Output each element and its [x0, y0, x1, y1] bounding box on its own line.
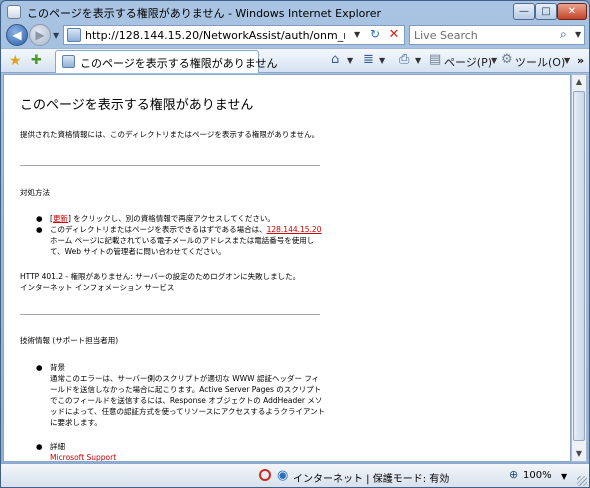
- list-item: ● 背景 通常このエラーは、サーバー側のスクリプトが適切な WWW 認証ヘッダー…: [36, 362, 326, 428]
- zoom-icon[interactable]: ⊕: [509, 468, 518, 481]
- search-input[interactable]: Live Search: [414, 29, 478, 42]
- favorites-star-icon[interactable]: ★: [9, 53, 22, 69]
- list-item: ● このディレクトリまたはページを表示できるはずである場合は、128.144.1…: [36, 224, 326, 257]
- page-menu-dropdown-icon[interactable]: ▼: [491, 56, 497, 65]
- status-bar: ◉ インターネット | 保護モード: 有効 ⊕ 100% ▼: [1, 463, 589, 487]
- scroll-up-arrow-icon[interactable]: ▲: [572, 75, 586, 89]
- tab-title: このページを表示する権限がありません: [80, 57, 278, 70]
- detail-title: 詳細: [50, 442, 65, 451]
- feeds-icon[interactable]: ≣: [363, 52, 374, 67]
- intro-text: 提供された資格情報には、このディレクトリまたはページを表示する権限がありません。: [20, 130, 320, 139]
- scrollbar-thumb[interactable]: [573, 91, 585, 441]
- microsoft-support-link[interactable]: Microsoft Support: [50, 453, 116, 461]
- remedy-suffix: ホーム ページに記載されている電子メールのアドレスまたは電話番号を使用して、We…: [50, 236, 315, 256]
- http-error-text: HTTP 401.2 - 権限がありません: サーバーの設定のためログオンに失敗…: [20, 272, 301, 281]
- tools-dropdown-icon[interactable]: ▼: [564, 56, 570, 65]
- page-heading: このページを表示する権限がありません: [20, 98, 254, 113]
- browser-window: このページを表示する権限がありません - Windows Internet Ex…: [0, 0, 590, 488]
- search-icon[interactable]: ⌕: [560, 27, 567, 42]
- address-input[interactable]: http://128.144.15.20/NetworkAssist/auth/…: [85, 29, 345, 42]
- tab-current[interactable]: このページを表示する権限がありません: [55, 50, 277, 73]
- remedy-heading: 対処方法: [20, 188, 50, 197]
- back-button[interactable]: ◀: [6, 24, 28, 46]
- bullet: ●: [36, 225, 43, 234]
- page-icon: [67, 28, 81, 42]
- divider: [20, 314, 320, 315]
- home-icon[interactable]: ⌂: [331, 52, 339, 67]
- home-page-link[interactable]: 128.144.15.20: [267, 225, 322, 234]
- page-menu[interactable]: ページ(P): [444, 54, 492, 70]
- title-bar: このページを表示する権限がありません - Windows Internet Ex…: [1, 1, 589, 23]
- security-zone-text[interactable]: インターネット | 保護モード: 有効: [293, 470, 449, 485]
- refresh-link[interactable]: 更新: [53, 214, 68, 223]
- tools-gear-icon[interactable]: ⚙: [501, 52, 513, 67]
- detail-block: ● 詳細 Microsoft Support: [36, 441, 236, 461]
- list-item: ● 詳細 Microsoft Support: [36, 441, 236, 461]
- feeds-dropdown-icon[interactable]: ▼: [379, 56, 385, 65]
- page-content: このページを表示する権限がありません 提供された資格情報には、このディレクトリま…: [3, 74, 571, 462]
- page-menu-icon[interactable]: ▤: [429, 52, 441, 67]
- vertical-scrollbar[interactable]: ▲ ▼: [571, 74, 587, 462]
- forward-button[interactable]: ▶: [29, 24, 51, 46]
- search-dropdown-icon[interactable]: ▼: [575, 30, 581, 39]
- remedy-list: ● [更新] をクリックし、別の資格情報で再度アクセスしてください。 ● このデ…: [36, 213, 326, 257]
- bullet: ●: [36, 214, 43, 223]
- command-bar: ★ ✚ このページを表示する権限がありません ⌂ ▼ ≣ ▼ ⎙ ▼ ▤ ページ…: [1, 48, 589, 73]
- recent-pages-dropdown-icon[interactable]: ▼: [53, 31, 59, 40]
- search-box[interactable]: Live Search ⌕ ▼: [409, 25, 585, 45]
- print-dropdown-icon[interactable]: ▼: [415, 56, 421, 65]
- maximize-button[interactable]: □: [535, 3, 557, 20]
- refresh-button[interactable]: ↻: [366, 27, 384, 43]
- bullet: ●: [36, 363, 43, 372]
- bullet: ●: [36, 442, 43, 451]
- background-text: 通常このエラーは、サーバー側のスクリプトが適切な WWW 認証ヘッダー フィール…: [50, 374, 326, 427]
- navigation-bar: ◀ ▶ ▼ http://128.144.15.20/NetworkAssist…: [1, 23, 589, 47]
- close-button[interactable]: ✕: [557, 3, 587, 20]
- home-dropdown-icon[interactable]: ▼: [347, 56, 353, 65]
- scroll-down-arrow-icon[interactable]: ▼: [572, 447, 586, 461]
- print-icon[interactable]: ⎙: [399, 52, 409, 67]
- remedy-suffix: ] をクリックし、別の資格情報で再度アクセスしてください。: [67, 214, 275, 223]
- zoom-level[interactable]: 100%: [523, 470, 552, 481]
- ie-page-icon: [7, 5, 21, 19]
- add-favorites-icon[interactable]: ✚: [31, 53, 42, 68]
- list-item: ● [更新] をクリックし、別の資格情報で再度アクセスしてください。: [36, 213, 326, 224]
- http-error-block: HTTP 401.2 - 権限がありません: サーバーの設定のためログオンに失敗…: [20, 271, 320, 293]
- address-bar[interactable]: http://128.144.15.20/NetworkAssist/auth/…: [63, 25, 405, 45]
- tech-info-list: ● 背景 通常このエラーは、サーバー側のスクリプトが適切な WWW 認証ヘッダー…: [36, 362, 326, 428]
- internet-globe-icon: ◉: [277, 468, 289, 483]
- tech-info-heading: 技術情報 (サポート担当者用): [20, 336, 119, 345]
- minimize-button[interactable]: —: [513, 3, 535, 20]
- tools-menu[interactable]: ツール(O): [515, 54, 565, 70]
- divider: [20, 165, 320, 166]
- stop-button[interactable]: ✕: [386, 27, 402, 43]
- tab-page-icon: [62, 55, 75, 68]
- popup-blocked-icon[interactable]: [259, 469, 271, 481]
- address-dropdown-icon[interactable]: ▼: [354, 30, 360, 39]
- background-title: 背景: [50, 363, 65, 372]
- more-commands-icon[interactable]: »: [577, 54, 584, 67]
- iis-text: インターネット インフォメーション サービス: [20, 283, 175, 292]
- window-title: このページを表示する権限がありません - Windows Internet Ex…: [27, 7, 381, 20]
- zoom-dropdown-icon[interactable]: ▼: [561, 472, 567, 481]
- remedy-text: このディレクトリまたはページを表示できるはずである場合は、: [50, 225, 267, 234]
- resize-grip-icon[interactable]: [577, 476, 587, 486]
